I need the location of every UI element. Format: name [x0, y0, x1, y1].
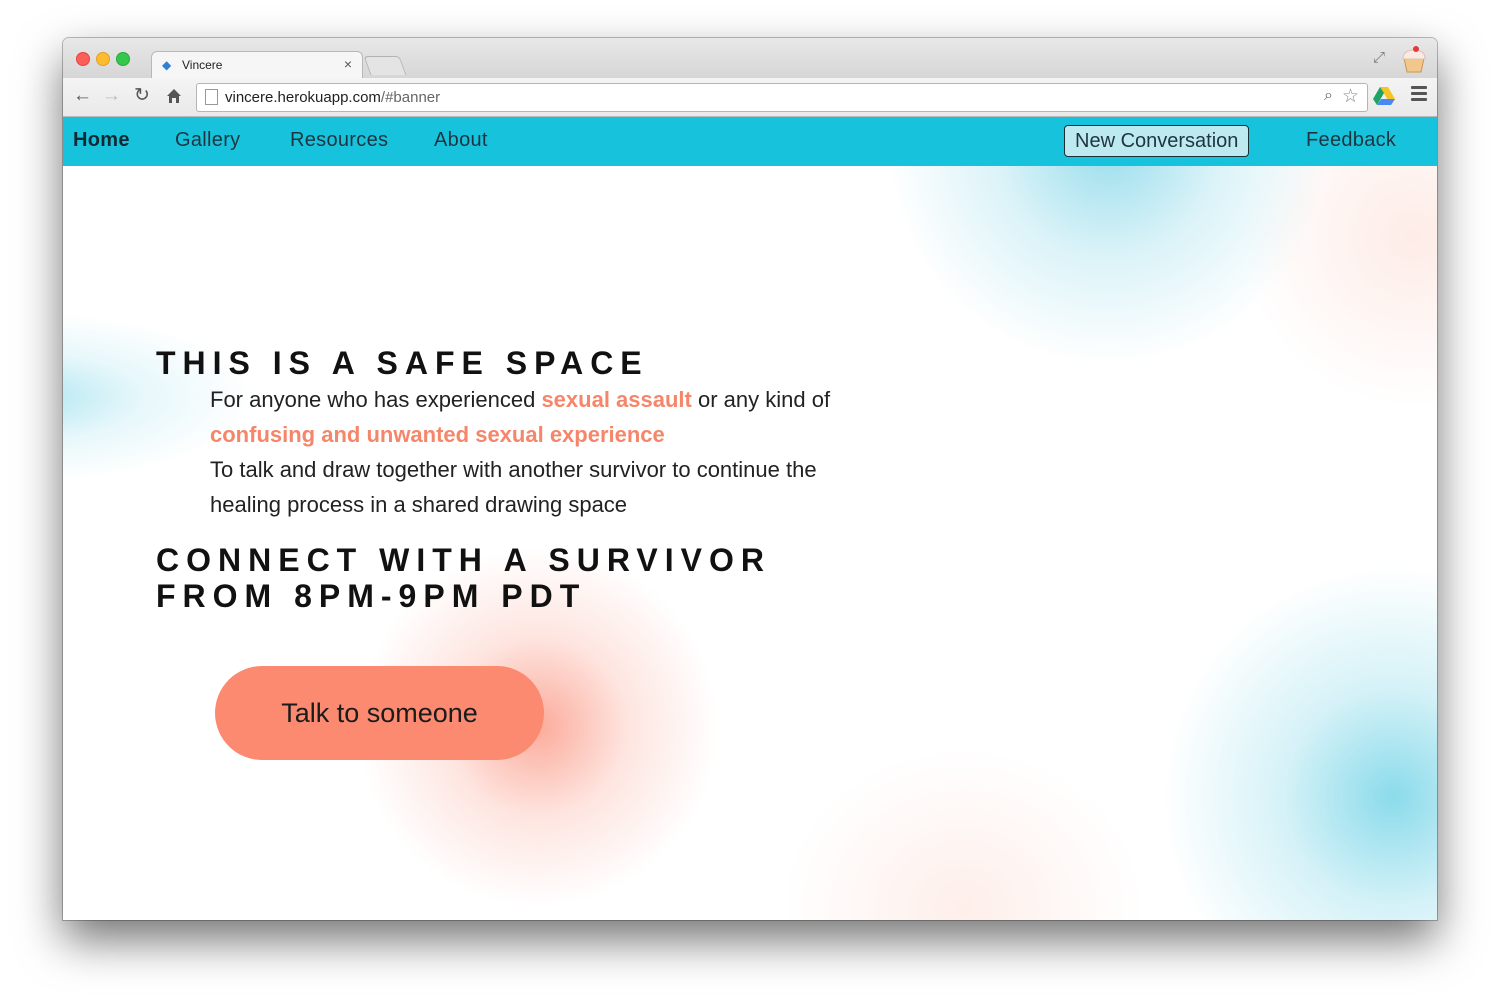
reload-icon[interactable]: ↻ — [134, 86, 150, 106]
nav-home-link[interactable]: Home — [73, 129, 130, 152]
nav-resources-link[interactable]: Resources — [290, 129, 388, 152]
intro-line-2: To talk and draw together with another s… — [210, 457, 817, 517]
page-viewport: Home Gallery Resources About New Convers… — [63, 117, 1437, 920]
unwanted-experience-highlight: confusing and unwanted sexual experience — [210, 422, 665, 447]
nav-about-link[interactable]: About — [434, 129, 488, 152]
new-tab-button[interactable] — [363, 56, 407, 75]
tab-title: Vincere — [182, 58, 223, 72]
intro-line-1: For anyone who has experienced sexual as… — [210, 387, 831, 447]
home-icon[interactable] — [166, 88, 182, 104]
minimize-window-button[interactable] — [96, 52, 110, 66]
star-icon[interactable]: ☆ — [1342, 85, 1359, 108]
page-icon — [205, 89, 218, 105]
tab-close-icon[interactable]: × — [344, 56, 352, 72]
sexual-assault-highlight: sexual assault — [541, 387, 692, 412]
nav-feedback-link[interactable]: Feedback — [1306, 129, 1396, 152]
browser-window: ◆ Vincere × ⤢ ← → ↻ vincere.herokuapp.co… — [63, 38, 1437, 920]
zoom-window-button[interactable] — [116, 52, 130, 66]
talk-to-someone-button[interactable]: Talk to someone — [215, 666, 544, 760]
drive-icon[interactable] — [1373, 86, 1395, 106]
url-text: vincere.herokuapp.com/#banner — [225, 89, 441, 106]
nav-gallery-link[interactable]: Gallery — [175, 129, 240, 152]
browser-toolbar: ← → ↻ vincere.herokuapp.com/#banner ⌕ ☆ — [63, 78, 1437, 117]
magnifier-icon[interactable]: ⌕ — [1324, 87, 1333, 105]
safe-space-heading: THIS IS A SAFE SPACE — [156, 345, 649, 381]
browser-tab[interactable]: ◆ Vincere × — [151, 51, 363, 79]
new-conversation-button[interactable]: New Conversation — [1064, 125, 1250, 157]
connect-heading: CONNECT WITH A SURVIVOR FROM 8PM-9PM PDT — [156, 542, 771, 614]
site-navbar: Home Gallery Resources About New Convers… — [63, 117, 1437, 166]
fullscreen-icon[interactable]: ⤢ — [1373, 49, 1385, 66]
forward-arrow-icon[interactable]: → — [102, 86, 121, 106]
site-favicon-icon: ◆ — [162, 58, 172, 72]
address-bar[interactable]: vincere.herokuapp.com/#banner ⌕ ☆ — [196, 83, 1368, 112]
back-arrow-icon[interactable]: ← — [73, 86, 92, 106]
intro-paragraph: For anyone who has experienced sexual as… — [210, 382, 850, 522]
hamburger-menu-icon[interactable] — [1411, 86, 1427, 104]
title-bar: ◆ Vincere × ⤢ — [63, 38, 1437, 79]
profile-cupcake-icon[interactable] — [1399, 44, 1429, 74]
close-window-button[interactable] — [76, 52, 90, 66]
